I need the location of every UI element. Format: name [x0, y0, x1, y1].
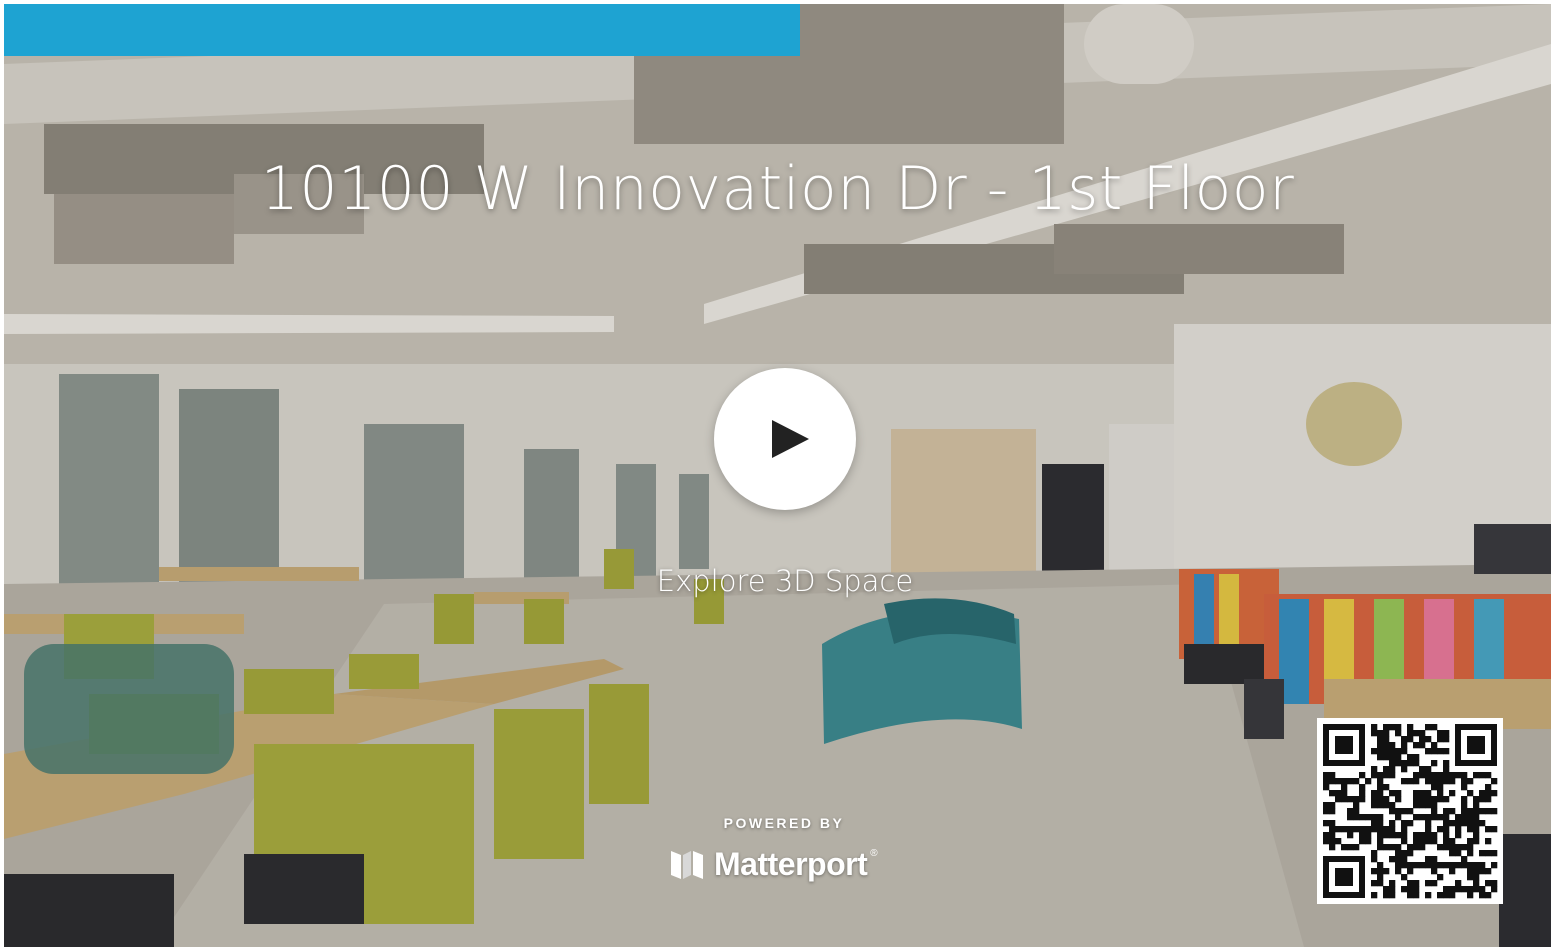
qr-code-icon	[1317, 718, 1503, 904]
play-button[interactable]	[714, 368, 856, 510]
header-accent-bar	[4, 4, 800, 56]
powered-by-label: POWERED BY	[723, 815, 845, 831]
3d-tour-preview[interactable]: 10100 W Innovation Dr - 1st Floor Explor…	[4, 4, 1551, 947]
matterport-logo-icon	[671, 851, 703, 879]
tour-title: 10100 W Innovation Dr - 1st Floor	[260, 154, 1295, 224]
play-icon	[772, 420, 809, 458]
explore-3d-space-label[interactable]: Explore 3D Space	[604, 564, 966, 598]
matterport-brand[interactable]: Matterport ®	[669, 842, 878, 886]
registered-mark: ®	[870, 848, 878, 859]
matterport-wordmark: Matterport	[714, 845, 868, 882]
